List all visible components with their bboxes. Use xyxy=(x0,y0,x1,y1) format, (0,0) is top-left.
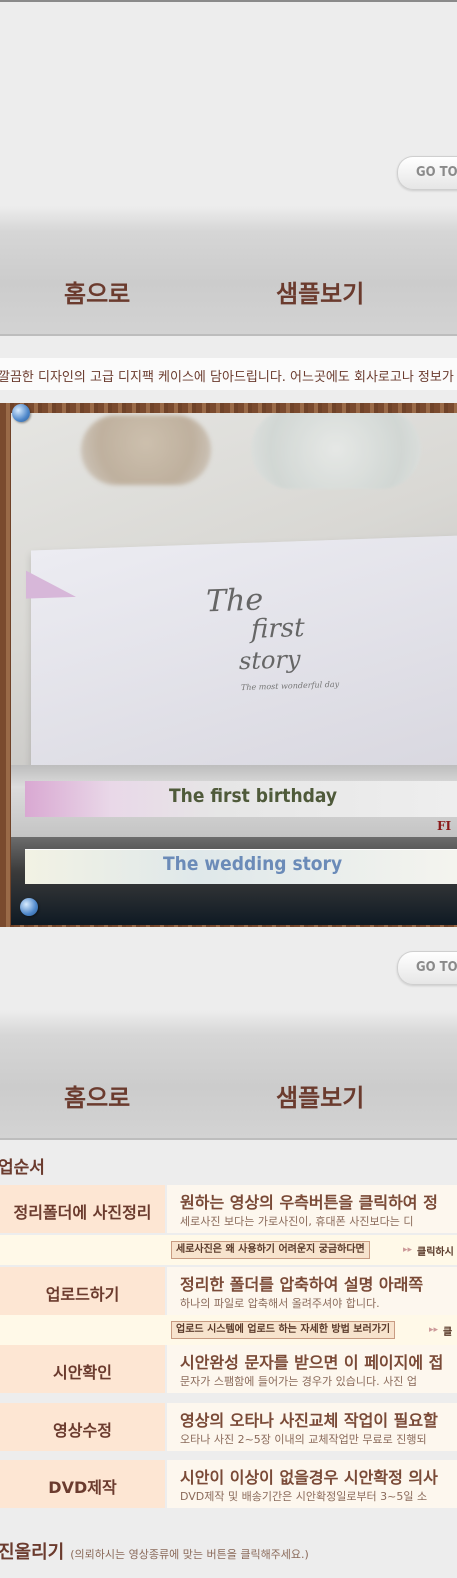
step-label: 시안확인 xyxy=(53,1363,112,1382)
top-divider xyxy=(0,0,457,2)
nav-samples-link[interactable]: 샘플보기 xyxy=(276,1078,364,1113)
step-label: DVD제작 xyxy=(48,1478,117,1497)
goto-top-label: GO TO T xyxy=(416,960,457,975)
step-label: 정리폴더에 사진정리 xyxy=(13,1203,152,1222)
step-sub-text: 하나의 파일로 압축해서 올려주셔야 합니다. xyxy=(180,1297,380,1310)
book-cover: The first story The most wonderful day xyxy=(26,535,457,781)
pushpin-icon xyxy=(12,404,30,422)
nav-home-link[interactable]: 홈으로 xyxy=(64,1078,130,1113)
order-step-row: 업로드하기 정리한 폴더를 압축하여 설명 아래쪽 하나의 파일로 압축해서 올… xyxy=(0,1267,457,1315)
step-body-cell: 시안완성 문자를 받으면 이 페이지에 접 문자가 스팸함에 들어가는 경우가 … xyxy=(167,1345,457,1393)
upload-guide-button[interactable]: 업로드 시스템에 업로드 하는 자세한 방법 보러가기 xyxy=(171,1321,396,1339)
blurred-jar-right xyxy=(251,413,421,489)
help-row-2: 업로드 시스템에 업로드 하는 자세한 방법 보러가기 ▸▸ 클 xyxy=(0,1315,457,1345)
nav-samples-link[interactable]: 샘플보기 xyxy=(276,274,364,309)
step-sub-text: 오타나 사진 2~5장 이내의 교체작업만 무료로 진행되 xyxy=(180,1433,427,1446)
step-main-text: 정리한 폴더를 압축하여 설명 아래쪽 xyxy=(180,1275,424,1294)
corner-mark: FI xyxy=(437,819,452,833)
pushpin-icon xyxy=(20,898,38,916)
upload-guide-link[interactable]: 클 xyxy=(443,1323,452,1338)
goto-top-button-1[interactable]: GO TO T xyxy=(397,156,457,190)
step-body-cell: 영상의 오타나 사진교체 작업이 필요할 오타나 사진 2~5장 이내의 교체작… xyxy=(167,1403,457,1451)
order-step-row: 영상수정 영상의 오타나 사진교체 작업이 필요할 오타나 사진 2~5장 이내… xyxy=(0,1403,457,1451)
order-step-row: DVD제작 시안이 이상이 없을경우 시안확정 의사 DVD제작 및 배송기간은… xyxy=(0,1460,457,1508)
arrow-icon: ▸▸ xyxy=(429,1325,439,1335)
dvd-case-birthday: The first birthday xyxy=(11,765,457,837)
step-sub-text: 세로사진 보다는 가로사진이, 휴대폰 사진보다는 디 xyxy=(180,1215,414,1228)
upload-title-text: 진올리기 xyxy=(0,1542,65,1563)
book-title-line-2: first xyxy=(251,612,305,645)
step-sub-text: DVD제작 및 배송기간은 시안확정일로부터 3~5일 소 xyxy=(180,1490,428,1503)
photo-scene: The first story The most wonderful day T… xyxy=(11,413,457,925)
order-step-row: 시안확인 시안완성 문자를 받으면 이 페이지에 접 문자가 스팸함에 들어가는… xyxy=(0,1345,457,1393)
step-main-text: 원하는 영상의 우측버튼을 클릭하여 정 xyxy=(180,1193,438,1212)
step-body-cell: 시안이 이상이 없을경우 시안확정 의사 DVD제작 및 배송기간은 시안확정일… xyxy=(167,1460,457,1508)
step-label-cell: DVD제작 xyxy=(0,1460,165,1508)
goto-top-label: GO TO T xyxy=(416,165,457,180)
nav-bar-2: 홈으로 샘플보기 xyxy=(0,1010,457,1140)
book-corner-ribbon xyxy=(26,568,76,599)
step-label: 업로드하기 xyxy=(45,1285,120,1304)
book-subtitle: The most wonderful day xyxy=(241,679,340,693)
dvd-label-birthday: The first birthday xyxy=(169,785,337,807)
portrait-photo-help-button[interactable]: 세로사진은 왜 사용하기 어려운지 궁금하다면 xyxy=(171,1241,370,1259)
order-section-title: 업순서 xyxy=(0,1158,45,1178)
step-main-text: 시안완성 문자를 받으면 이 페이지에 접 xyxy=(180,1353,444,1372)
blurred-jar-left xyxy=(81,415,211,485)
help-row-1: 세로사진은 왜 사용하기 어려운지 궁금하다면 ▸▸ 클릭하시 xyxy=(0,1235,457,1265)
arrow-icon: ▸▸ xyxy=(403,1245,413,1255)
product-photo: The first story The most wonderful day T… xyxy=(0,403,457,927)
upload-hint-text: (의뢰하시는 영상종류에 맞는 버튼을 클릭해주세요.) xyxy=(70,1548,309,1561)
step-label-cell: 업로드하기 xyxy=(0,1267,165,1315)
dvd-label-wedding: The wedding story xyxy=(163,853,343,875)
intro-banner: 깔끔한 디자인의 고급 디지팩 케이스에 담아드립니다. 어느곳에도 회사로고나… xyxy=(0,358,457,390)
step-body-cell: 원하는 영상의 우측버튼을 클릭하여 정 세로사진 보다는 가로사진이, 휴대폰… xyxy=(167,1185,457,1233)
portrait-photo-help-link[interactable]: 클릭하시 xyxy=(417,1243,454,1258)
intro-text: 깔끔한 디자인의 고급 디지팩 케이스에 담아드립니다. 어느곳에도 회사로고나… xyxy=(0,370,457,385)
step-body-cell: 정리한 폴더를 압축하여 설명 아래쪽 하나의 파일로 압축해서 올려주셔야 합… xyxy=(167,1267,457,1315)
book-title-line-3: story xyxy=(239,645,301,676)
step-sub-text: 문자가 스팸함에 들어가는 경우가 있습니다. 사진 업 xyxy=(180,1375,417,1388)
nav-home-link[interactable]: 홈으로 xyxy=(64,274,130,309)
nav-bar-1: 홈으로 샘플보기 xyxy=(0,206,457,336)
step-main-text: 시안이 이상이 없을경우 시안확정 의사 xyxy=(180,1468,438,1487)
step-label: 영상수정 xyxy=(53,1421,112,1440)
upload-section-title: 진올리기 (의뢰하시는 영상종류에 맞는 버튼을 클릭해주세요.) xyxy=(0,1538,309,1564)
dvd-case-wedding: The wedding story xyxy=(11,837,457,925)
step-label-cell: 시안확인 xyxy=(0,1345,165,1393)
order-step-row: 정리폴더에 사진정리 원하는 영상의 우측버튼을 클릭하여 정 세로사진 보다는… xyxy=(0,1185,457,1233)
goto-top-button-2[interactable]: GO TO T xyxy=(397,951,457,985)
step-main-text: 영상의 오타나 사진교체 작업이 필요할 xyxy=(180,1411,438,1430)
step-label-cell: 영상수정 xyxy=(0,1403,165,1451)
step-label-cell: 정리폴더에 사진정리 xyxy=(0,1185,165,1233)
